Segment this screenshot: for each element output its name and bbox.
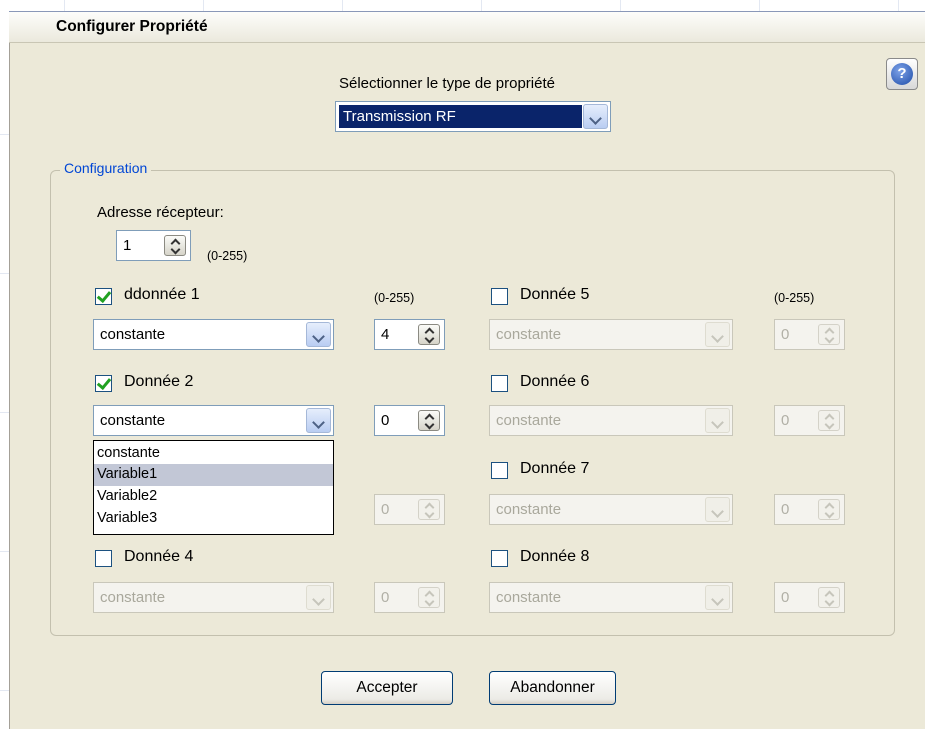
data1-select[interactable]: constante — [93, 319, 334, 350]
data7-value: 0 — [781, 501, 790, 518]
data8-spinner[interactable]: 0 — [774, 582, 845, 613]
data2-checkbox[interactable] — [95, 375, 112, 392]
data5-value: 0 — [781, 326, 790, 343]
data5-select[interactable]: constante — [489, 319, 733, 350]
data7-select-value: constante — [496, 501, 562, 518]
receiver-address-spinner[interactable]: 1 — [116, 230, 191, 261]
spinner-arrows-icon[interactable] — [818, 587, 840, 608]
data3-spinner[interactable]: 0 — [374, 494, 445, 525]
spinner-arrows-icon[interactable] — [818, 410, 840, 431]
data1-label: ddonnée 1 — [124, 286, 200, 303]
data7-checkbox[interactable] — [491, 462, 508, 479]
data1-spinner[interactable]: 4 — [374, 319, 445, 350]
cancel-button[interactable]: Abandonner — [489, 671, 616, 705]
data7-label: Donnée 7 — [520, 460, 590, 477]
chevron-down-icon[interactable] — [705, 497, 730, 522]
chevron-down-icon[interactable] — [705, 408, 730, 433]
spinner-arrows-icon[interactable] — [418, 324, 440, 345]
data2-label: Donnée 2 — [124, 373, 194, 390]
chevron-down-icon[interactable] — [705, 322, 730, 347]
data6-label: Donnée 6 — [520, 373, 590, 390]
data5-range: (0-255) — [774, 291, 815, 305]
data4-select-value: constante — [100, 589, 166, 606]
data3-value: 0 — [381, 501, 390, 518]
receiver-address-range: (0-255) — [207, 249, 248, 263]
data6-checkbox[interactable] — [491, 375, 508, 392]
data4-spinner[interactable]: 0 — [374, 582, 445, 613]
data6-select-value: constante — [496, 412, 562, 429]
data1-value: 4 — [381, 326, 390, 343]
help-icon: ? — [891, 63, 913, 85]
data5-checkbox[interactable] — [491, 288, 508, 305]
chevron-down-icon[interactable] — [705, 585, 730, 610]
dropdown-option-highlighted[interactable]: Variable1 — [94, 464, 333, 486]
dropdown-option[interactable]: Variable3 — [94, 508, 333, 530]
property-type-label: Sélectionner le type de propriété — [339, 75, 555, 92]
accept-button[interactable]: Accepter — [321, 671, 453, 705]
data2-dropdown-list[interactable]: constante Variable1 Variable2 Variable3 — [93, 440, 334, 535]
chevron-down-icon[interactable] — [306, 585, 331, 610]
receiver-address-value: 1 — [123, 237, 132, 254]
data8-label: Donnée 8 — [520, 548, 590, 565]
spinner-arrows-icon[interactable] — [418, 410, 440, 431]
data2-spinner[interactable]: 0 — [374, 405, 445, 436]
data5-spinner[interactable]: 0 — [774, 319, 845, 350]
data7-select[interactable]: constante — [489, 494, 733, 525]
data1-range: (0-255) — [374, 291, 415, 305]
dropdown-option[interactable]: constante — [94, 443, 333, 465]
data6-value: 0 — [781, 412, 790, 429]
chevron-down-icon[interactable] — [583, 104, 608, 129]
spinner-arrows-icon[interactable] — [164, 235, 186, 256]
dropdown-option[interactable]: Variable2 — [94, 486, 333, 508]
data8-select[interactable]: constante — [489, 582, 733, 613]
data7-spinner[interactable]: 0 — [774, 494, 845, 525]
data1-checkbox[interactable] — [95, 288, 112, 305]
title-bar[interactable]: Configurer Propriété — [9, 12, 925, 43]
property-type-value: Transmission RF — [339, 105, 582, 128]
spinner-arrows-icon[interactable] — [818, 324, 840, 345]
configuration-legend: Configuration — [60, 160, 152, 176]
window-title: Configurer Propriété — [56, 18, 208, 35]
spinner-arrows-icon[interactable] — [418, 499, 440, 520]
spinner-arrows-icon[interactable] — [418, 587, 440, 608]
data8-value: 0 — [781, 589, 790, 606]
data2-select[interactable]: constante — [93, 405, 334, 436]
data2-select-value: constante — [100, 412, 166, 429]
chevron-down-icon[interactable] — [306, 408, 331, 433]
data1-select-value: constante — [100, 326, 166, 343]
data6-select[interactable]: constante — [489, 405, 733, 436]
data4-select[interactable]: constante — [93, 582, 334, 613]
data4-label: Donnée 4 — [124, 548, 194, 565]
help-button[interactable]: ? — [886, 58, 918, 90]
data8-select-value: constante — [496, 589, 562, 606]
data5-select-value: constante — [496, 326, 562, 343]
spinner-arrows-icon[interactable] — [818, 499, 840, 520]
chevron-down-icon[interactable] — [306, 322, 331, 347]
receiver-address-label: Adresse récepteur: — [97, 204, 224, 221]
data8-checkbox[interactable] — [491, 550, 508, 567]
data4-value: 0 — [381, 589, 390, 606]
property-type-select[interactable]: Transmission RF — [335, 101, 611, 132]
data4-checkbox[interactable] — [95, 550, 112, 567]
data6-spinner[interactable]: 0 — [774, 405, 845, 436]
data5-label: Donnée 5 — [520, 286, 590, 303]
data2-value: 0 — [381, 412, 390, 429]
